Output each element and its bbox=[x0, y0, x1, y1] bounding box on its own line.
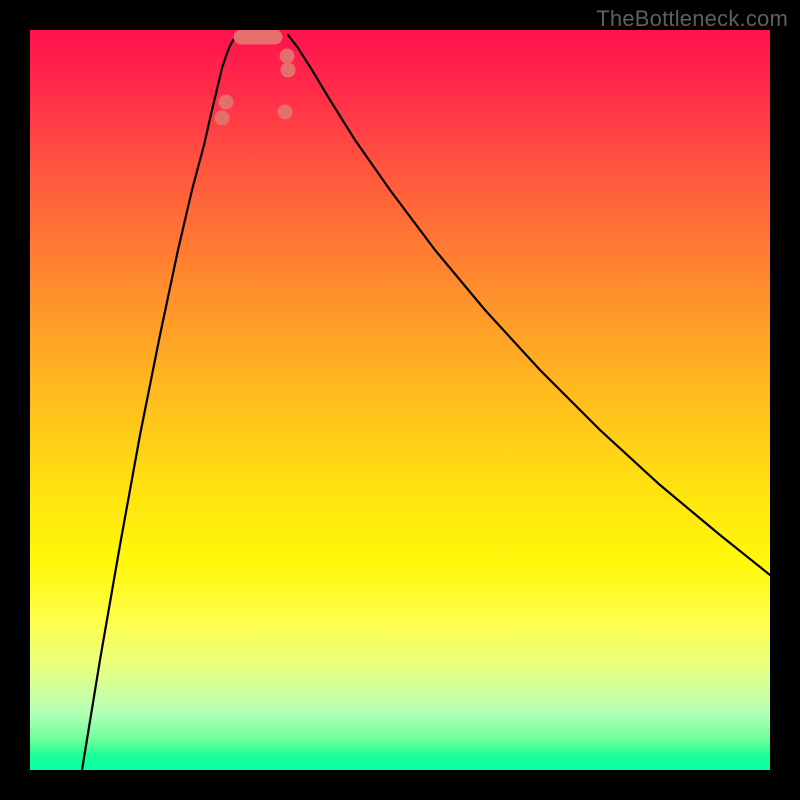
watermark-text: TheBottleneck.com bbox=[596, 6, 788, 32]
curve-right-branch bbox=[288, 35, 770, 575]
chart-frame: TheBottleneck.com bbox=[0, 0, 800, 800]
plot-area bbox=[30, 30, 770, 770]
data-marker-dot bbox=[280, 49, 294, 63]
marker-group bbox=[215, 30, 295, 125]
data-marker-dot bbox=[215, 111, 229, 125]
data-marker-dot bbox=[278, 105, 292, 119]
curve-left-branch bbox=[82, 35, 240, 770]
data-marker-pill bbox=[234, 30, 282, 44]
curves-layer bbox=[30, 30, 770, 770]
data-marker-dot bbox=[281, 63, 295, 77]
data-marker-dot bbox=[219, 95, 233, 109]
